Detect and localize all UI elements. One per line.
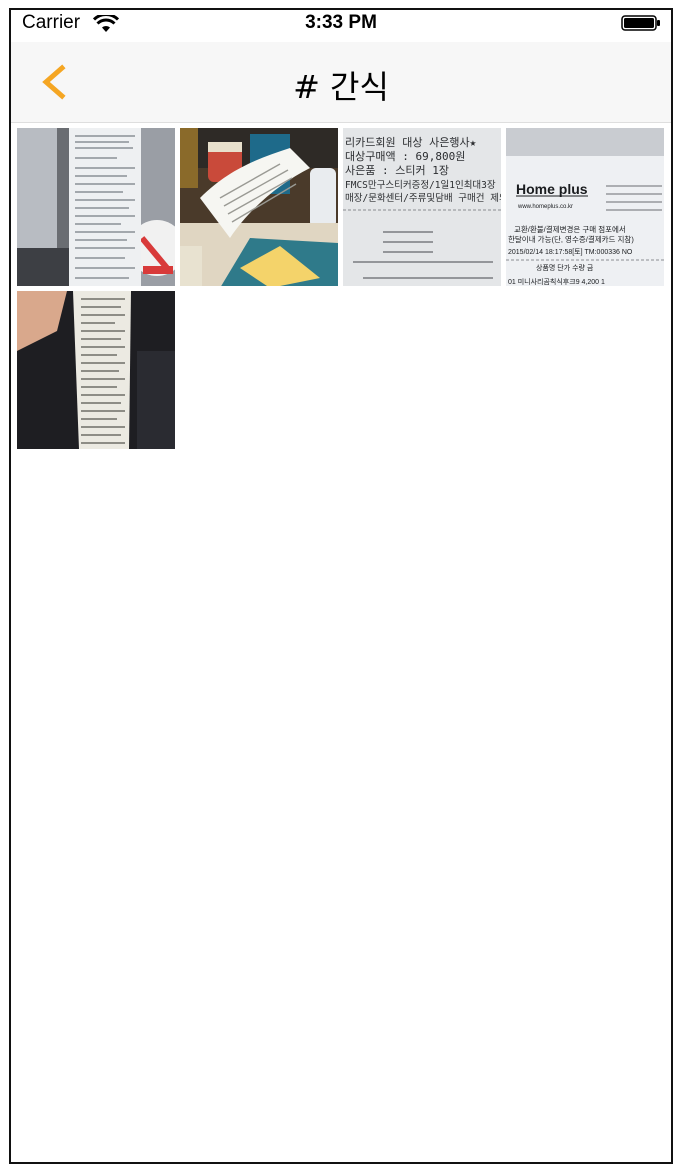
receipt-photo: 리카드회원 대상 사은행사★ 대상구매액 : 69,800원 사은품 : 스티커… xyxy=(343,128,501,286)
receipt-text-line: 상품명 단가 수량 금 xyxy=(536,263,594,272)
receipt-text-line: 01 미니사리곰칙식후크9 4,200 1 xyxy=(508,277,605,286)
receipt-text-line: 대상구매액 : 69,800원 xyxy=(345,150,465,163)
photo-grid: 리카드회원 대상 사은행사★ 대상구매액 : 69,800원 사은품 : 스티커… xyxy=(17,128,665,449)
receipt-text-line: 리카드회원 대상 사은행사★ xyxy=(345,136,477,149)
navigation-bar: # 간식 xyxy=(11,42,671,123)
photo-thumbnail[interactable]: 리카드회원 대상 사은행사★ 대상구매액 : 69,800원 사은품 : 스티커… xyxy=(343,128,501,286)
photo-thumbnail[interactable]: Home plus www.homeplus.co.kr 교환/환불/결제변경은… xyxy=(506,128,664,286)
receipt-text-line: 매장/문화센터/주류및담배 구매건 제외 xyxy=(345,192,501,204)
page-title: # 간식 xyxy=(293,68,389,106)
receipt-photo xyxy=(17,128,175,286)
receipt-photo xyxy=(17,291,175,449)
photo-thumbnail[interactable] xyxy=(180,128,338,286)
receipt-store-name: Home plus xyxy=(516,181,588,197)
status-bar: Carrier 3:33 PM xyxy=(11,10,671,40)
receipt-text-line: www.homeplus.co.kr xyxy=(517,204,573,210)
receipt-text-line: 한달이내 가능(단, 영수증/결제카드 지참) xyxy=(508,234,634,244)
app-screen: Carrier 3:33 PM # 간식 리카드회원 대상 사은행사★ 대상구매… xyxy=(9,8,673,1164)
photo-thumbnail[interactable] xyxy=(17,128,175,286)
receipt-text-line: 사은품 : 스티커 1장 xyxy=(345,164,449,177)
battery-icon xyxy=(621,15,660,31)
receipt-text-line: 교환/환불/결제변경은 구매 점포에서 xyxy=(514,224,626,234)
receipt-photo: Home plus www.homeplus.co.kr 교환/환불/결제변경은… xyxy=(506,128,664,286)
photo-thumbnail[interactable] xyxy=(17,291,175,449)
receipt-text-line: FMCS만구스티커증정/1일1인최대3장 xyxy=(345,180,496,191)
status-time: 3:33 PM xyxy=(305,12,377,33)
receipt-text-line: 2015/02/14 18:17:58[토] TM:000336 NO xyxy=(508,248,633,256)
receipt-photo xyxy=(180,128,338,286)
